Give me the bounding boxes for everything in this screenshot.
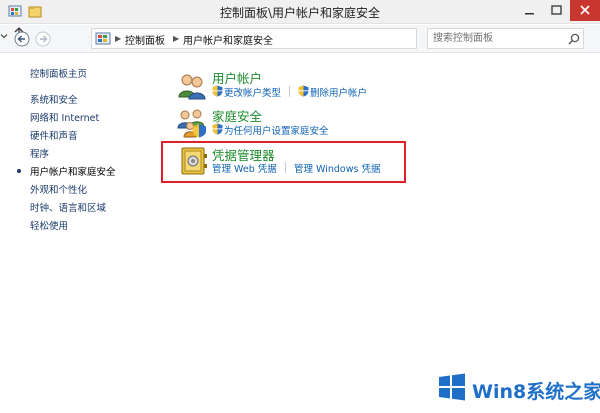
- breadcrumb-control-panel[interactable]: 控制面板: [125, 32, 165, 47]
- sidebar-item-home[interactable]: 控制面板主页: [30, 66, 87, 80]
- back-button[interactable]: [14, 31, 30, 47]
- family-safety-icon[interactable]: [176, 106, 208, 138]
- address-bar[interactable]: ▶ 控制面板 ▶ 用户帐户和家庭安全: [91, 28, 503, 49]
- window-title: 控制面板\用户帐户和家庭安全: [219, 6, 381, 20]
- watermark-text: Win8系统之家: [472, 381, 600, 403]
- link-divider: [289, 86, 290, 97]
- uac-shield-icon: [212, 123, 223, 135]
- navigation-bar: ▶ 控制面板 ▶ 用户帐户和家庭安全: [0, 25, 600, 53]
- sidebar-item-appearance[interactable]: 外观和个性化: [30, 182, 87, 196]
- search-box[interactable]: [427, 28, 584, 49]
- highlight-box: [161, 141, 406, 183]
- close-button[interactable]: [570, 0, 600, 21]
- search-input[interactable]: [433, 32, 558, 45]
- forward-button[interactable]: [35, 31, 51, 47]
- sidebar-item-ease-of-access[interactable]: 轻松使用: [30, 218, 68, 232]
- windows-logo-icon: [439, 373, 465, 401]
- delete-user-account-link[interactable]: 删除用户帐户: [310, 85, 367, 99]
- change-account-type-link[interactable]: 更改帐户类型: [224, 85, 281, 99]
- breadcrumb-user-accounts[interactable]: 用户帐户和家庭安全: [183, 32, 273, 47]
- sidebar: 控制面板主页 系统和安全 网络和 Internet 硬件和声音 程序 用户帐户和…: [0, 53, 140, 393]
- setup-family-safety-link[interactable]: 为任何用户设置家庭安全: [224, 123, 329, 137]
- sidebar-item-programs[interactable]: 程序: [30, 146, 49, 160]
- search-icon[interactable]: [568, 33, 580, 45]
- user-accounts-icon[interactable]: [176, 70, 208, 102]
- control-panel-icon: [95, 32, 111, 45]
- recent-locations-chevron-icon[interactable]: [0, 32, 8, 40]
- maximize-button[interactable]: [543, 0, 570, 21]
- sidebar-item-user-accounts[interactable]: 用户帐户和家庭安全: [30, 164, 116, 178]
- breadcrumb-separator-icon[interactable]: ▶: [173, 34, 179, 43]
- sidebar-item-network[interactable]: 网络和 Internet: [30, 110, 99, 124]
- sidebar-item-clock-region[interactable]: 时钟、语言和区域: [30, 200, 106, 214]
- uac-shield-icon: [212, 85, 223, 97]
- uac-shield-icon: [298, 85, 309, 97]
- sidebar-item-hardware-sound[interactable]: 硬件和声音: [30, 128, 78, 142]
- current-item-bullet-icon: [17, 169, 21, 173]
- sidebar-item-system-security[interactable]: 系统和安全: [30, 92, 78, 106]
- minimize-button[interactable]: [515, 0, 543, 21]
- title-bar: 控制面板\用户帐户和家庭安全: [0, 0, 600, 24]
- breadcrumb-separator-icon[interactable]: ▶: [115, 34, 121, 43]
